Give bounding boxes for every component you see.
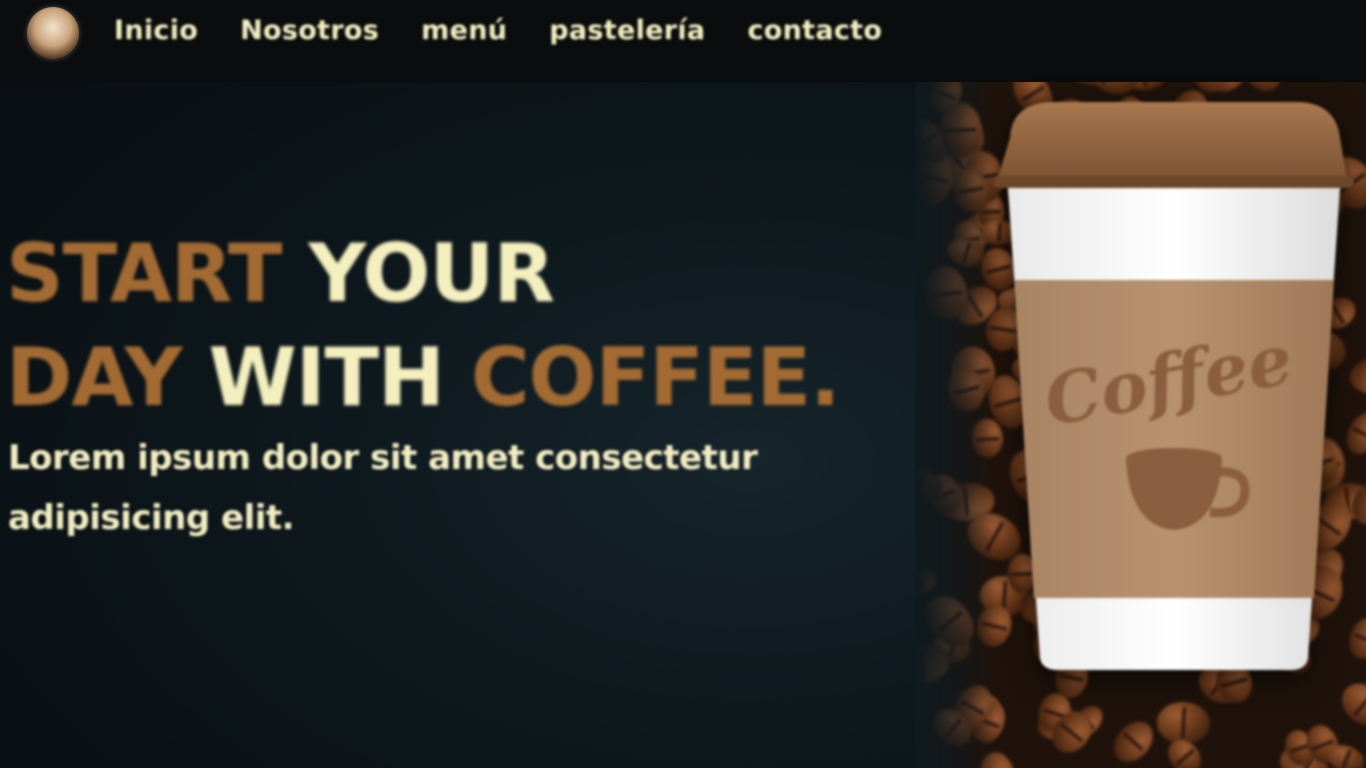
nav-link-pasteleria[interactable]: pastelería (549, 15, 705, 46)
coffee-bean (1333, 675, 1366, 734)
hero-word-coffee: COFFEE. (470, 331, 841, 424)
hero-subtitle: Lorem ipsum dolor sit amet consectetur a… (8, 438, 758, 538)
nav-links: Inicio Nosotros menú pastelería contacto (114, 15, 882, 46)
hero-word-your: YOUR (308, 227, 555, 320)
hero-word-day: DAY (6, 331, 183, 424)
hero-word-with: WITH (208, 331, 445, 424)
coffee-logo-icon[interactable] (27, 7, 79, 59)
hero-title: START YOUR DAY WITH COFFEE. (6, 222, 841, 430)
nav-link-nosotros[interactable]: Nosotros (240, 15, 379, 46)
landing-page: Inicio Nosotros menú pastelería contacto… (0, 0, 1366, 768)
beans-fade-overlay (915, 82, 995, 768)
cup-lid-rim (994, 176, 1354, 188)
coffee-cup-illustration: Coffee (994, 102, 1354, 670)
cup-lid (996, 102, 1348, 184)
coffee-bean (1156, 700, 1211, 745)
coffee-cup-image: Coffee (990, 98, 1360, 678)
nav-link-inicio[interactable]: Inicio (114, 15, 198, 46)
coffee-bean (1106, 713, 1161, 768)
navbar: Inicio Nosotros menú pastelería contacto (0, 0, 1366, 82)
nav-link-menu[interactable]: menú (421, 15, 507, 46)
nav-link-contacto[interactable]: contacto (747, 15, 882, 46)
hero-word-start: START (6, 227, 282, 320)
